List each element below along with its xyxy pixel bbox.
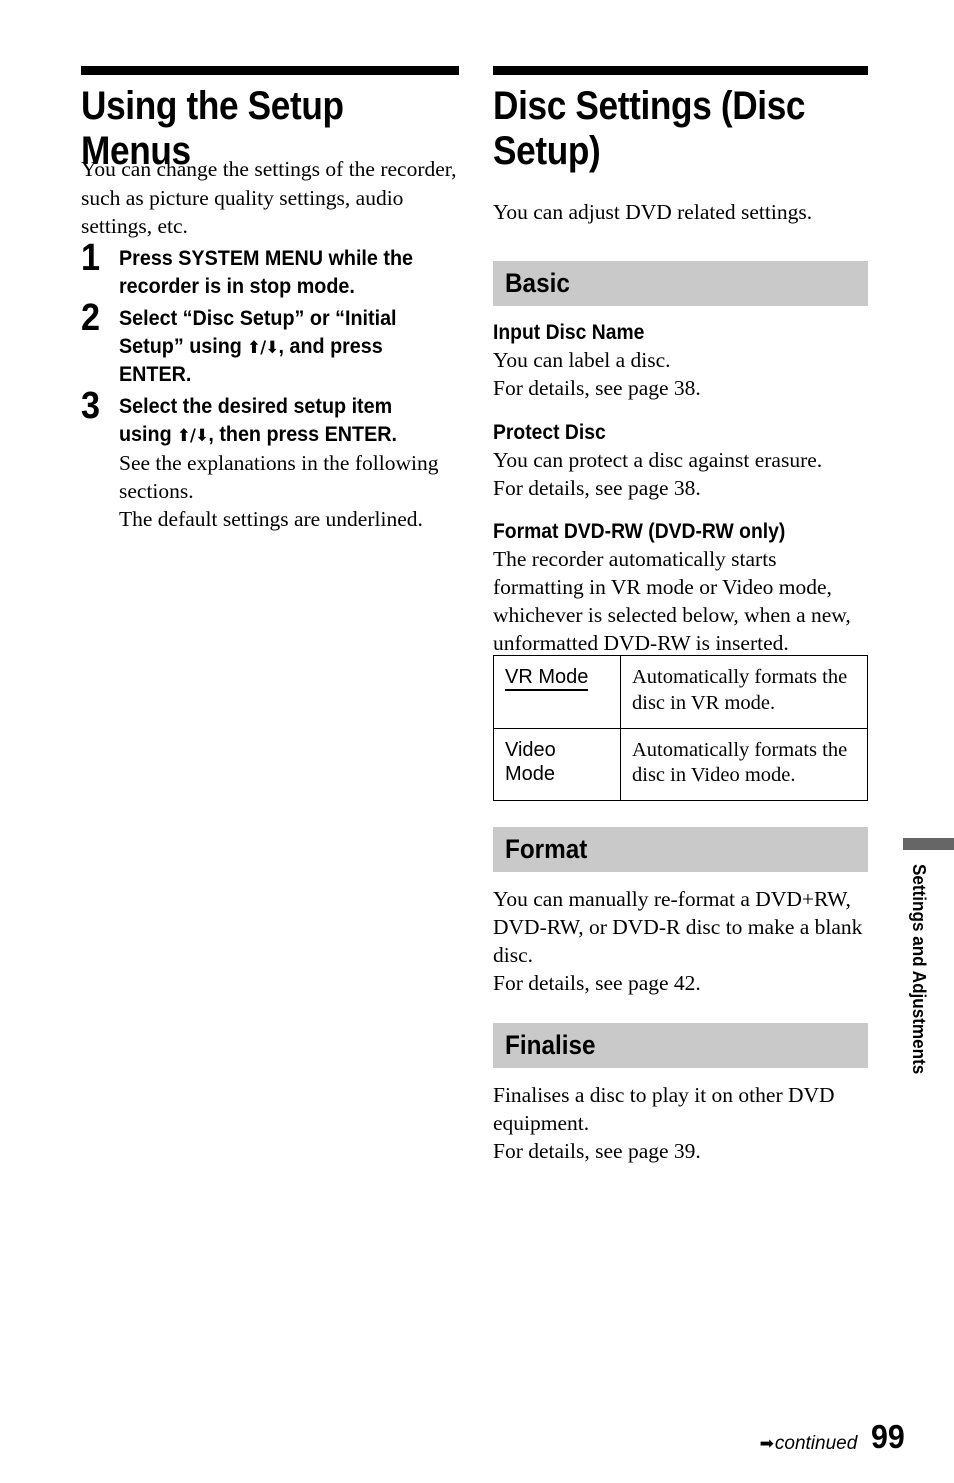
step-item: 2 Select “Disc Setup” or “Initial Setup”… [81, 299, 471, 389]
step-body: Select the desired setup item using ⬆/⬇,… [119, 393, 471, 535]
page-number: 99 [871, 1418, 906, 1455]
step-note: See the explanations in the following se… [119, 451, 439, 532]
section-bar-label: Basic [505, 268, 570, 298]
heading-rule-right [493, 66, 868, 75]
page-title-right: Disc Settings (Disc Setup) [493, 84, 806, 173]
heading-rule-left [81, 66, 459, 75]
subsection-format: You can manually re-format a DVD+RW, DVD… [493, 886, 871, 998]
subsection-heading: Input Disc Name [493, 321, 645, 344]
section-bar-finalise: Finalise [493, 1023, 868, 1068]
subsection-heading: Format DVD-RW (DVD-RW only) [493, 520, 786, 543]
table-row: Video Mode Automatically formats the dis… [493, 727, 868, 802]
side-tab-marker [903, 838, 954, 850]
table-row: VR Mode Automatically formats the disc i… [493, 655, 868, 729]
step-instruction: Select the desired setup item using ⬆/⬇,… [119, 393, 450, 449]
subsection-body: The recorder automatically starts format… [493, 547, 851, 655]
updown-arrow-icon: ⬆/⬇ [177, 425, 209, 446]
table-cell-mode-name: VR Mode [493, 655, 621, 729]
section-bar-basic: Basic [493, 261, 868, 306]
section-bar-format: Format [493, 827, 868, 872]
step-instruction: Press SYSTEM MENU while the recorder is … [119, 247, 413, 298]
section-bar-label: Finalise [505, 1030, 596, 1060]
chapter-side-tab: Settings and Adjustments [903, 838, 954, 1085]
step-item: 1 Press SYSTEM MENU while the recorder i… [81, 239, 471, 301]
subsection-format-dvd-rw: Format DVD-RW (DVD-RW only) The recorder… [493, 519, 871, 658]
step-number: 2 [81, 296, 101, 339]
side-tab-label: Settings and Adjustments [909, 864, 929, 1075]
subsection-protect-disc: Protect Disc You can protect a disc agai… [493, 420, 871, 503]
format-mode-table: VR Mode Automatically formats the disc i… [493, 655, 868, 802]
continued-indicator: ➡ continued [760, 1434, 858, 1453]
subsection-finalise: Finalises a disc to play it on other DVD… [493, 1082, 871, 1166]
subsection-body: You can manually re-format a DVD+RW, DVD… [493, 887, 863, 995]
subsection-body: Finalises a disc to play it on other DVD… [493, 1083, 835, 1163]
manual-page: Using the Setup Menus You can change the… [0, 0, 954, 1483]
mode-name-default: VR Mode [505, 666, 589, 691]
step-number: 1 [81, 237, 101, 279]
table-cell-mode-description: Automatically formats the disc in VR mod… [620, 655, 868, 729]
section-bar-label: Format [505, 834, 588, 864]
step-body: Press SYSTEM MENU while the recorder is … [119, 245, 471, 301]
subsection-body: You can protect a disc against erasure. … [493, 448, 823, 501]
intro-paragraph-left: You can change the settings of the recor… [81, 157, 457, 239]
subsection-heading: Protect Disc [493, 421, 606, 444]
page-footer: ➡ continued 99 [760, 1420, 908, 1453]
table-cell-mode-name: Video Mode [493, 727, 621, 802]
continued-label: continued [774, 1433, 858, 1454]
step-body: Select “Disc Setup” or “Initial Setup” u… [119, 305, 471, 389]
right-arrow-icon: ➡ [759, 1434, 774, 1454]
intro-paragraph-right: You can adjust DVD related settings. [493, 200, 813, 224]
subsection-body: You can label a disc. For details, see p… [493, 348, 701, 401]
step-instruction-part-two: , then press ENTER. [208, 422, 398, 446]
subsection-input-disc-name: Input Disc Name You can label a disc. Fo… [493, 320, 871, 403]
step-item: 3 Select the desired setup item using ⬆/… [81, 387, 471, 535]
step-instruction: Select “Disc Setup” or “Initial Setup” u… [119, 305, 450, 389]
updown-arrow-icon: ⬆/⬇ [247, 337, 279, 358]
table-cell-mode-description: Automatically formats the disc in Video … [620, 727, 868, 802]
step-number: 3 [81, 384, 101, 427]
numbered-steps-list: 1 Press SYSTEM MENU while the recorder i… [81, 239, 471, 538]
